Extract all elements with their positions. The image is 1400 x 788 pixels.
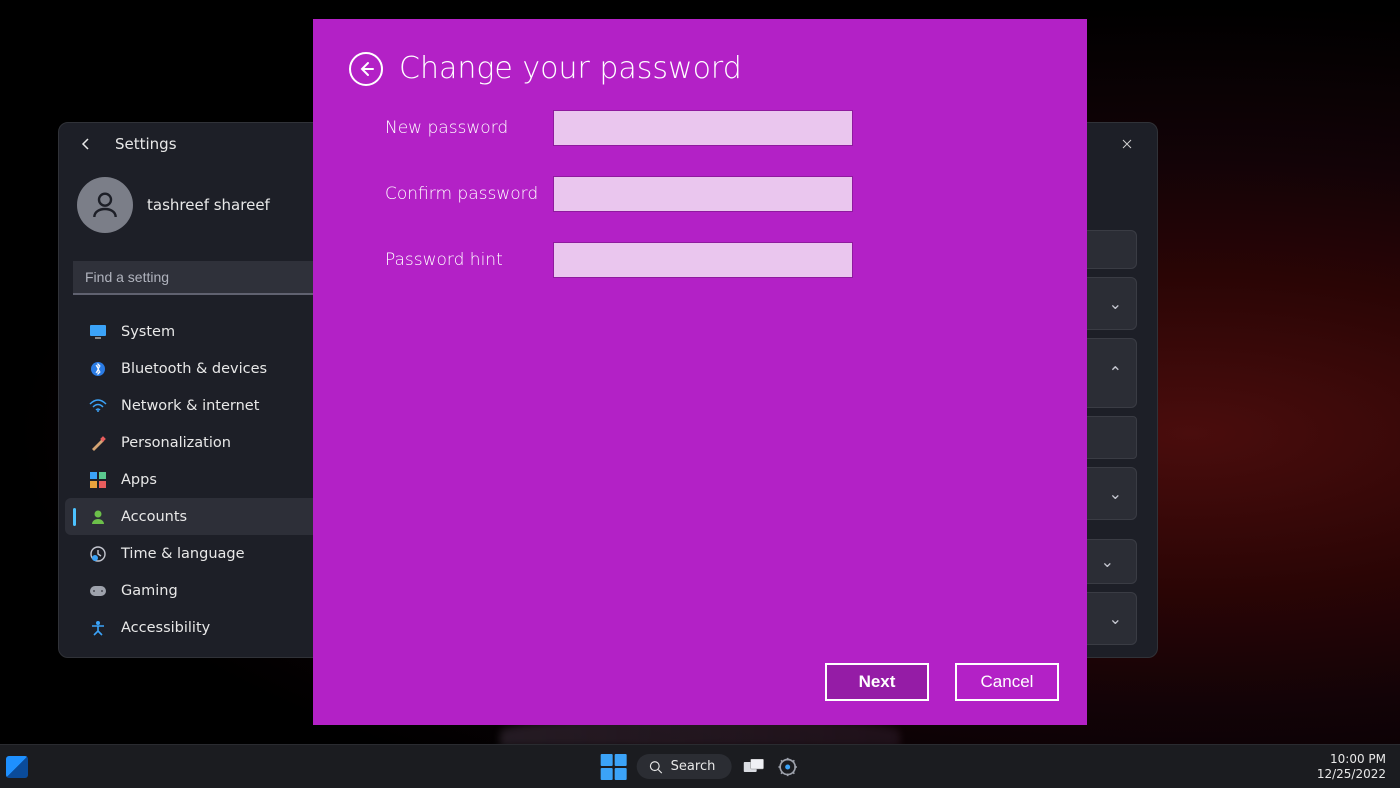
- chevron-down-icon: ⌄: [1109, 484, 1122, 503]
- wifi-icon: [89, 397, 107, 415]
- bluetooth-icon: [89, 360, 107, 378]
- taskbar: Search 10:00 PM 12/25/2022: [0, 744, 1400, 788]
- window-title: Settings: [115, 135, 177, 153]
- nav-label: Privacy & security: [121, 657, 252, 659]
- chevron-down-icon: ⌄: [1109, 294, 1122, 313]
- chevron-up-icon: ⌃: [1109, 363, 1122, 382]
- start-button[interactable]: [601, 754, 627, 780]
- cancel-button[interactable]: Cancel: [955, 663, 1059, 701]
- close-button[interactable]: [1105, 129, 1149, 159]
- chevron-down-icon: ⌄: [1101, 552, 1114, 571]
- time-language-icon: [89, 545, 107, 563]
- back-button[interactable]: [349, 52, 383, 86]
- nav-item-gaming[interactable]: Gaming: [65, 572, 353, 609]
- nav-label: Gaming: [121, 583, 178, 599]
- nav-label: Network & internet: [121, 398, 259, 414]
- change-password-dialog: Change your password New password Confir…: [313, 19, 1087, 725]
- nav-label: Time & language: [121, 546, 245, 562]
- nav-item-bluetooth[interactable]: Bluetooth & devices: [65, 350, 353, 387]
- clock-time: 10:00 PM: [1317, 752, 1386, 766]
- nav-item-time-language[interactable]: Time & language: [65, 535, 353, 572]
- password-form: New password Confirm password Password h…: [313, 106, 1087, 278]
- privacy-icon: [89, 656, 107, 659]
- nav-item-accessibility[interactable]: Accessibility: [65, 609, 353, 646]
- system-tray[interactable]: 10:00 PM 12/25/2022: [1317, 752, 1400, 781]
- confirm-password-label: Confirm password: [385, 184, 553, 204]
- nav-label: Bluetooth & devices: [121, 361, 267, 377]
- new-password-input[interactable]: [553, 110, 853, 146]
- accounts-icon: [89, 508, 107, 526]
- settings-taskbar-icon[interactable]: [775, 755, 799, 779]
- widgets-button[interactable]: [6, 756, 28, 778]
- gaming-icon: [89, 582, 107, 600]
- nav-label: Accessibility: [121, 620, 210, 636]
- taskbar-search[interactable]: Search: [637, 754, 732, 779]
- nav-item-network[interactable]: Network & internet: [65, 387, 353, 424]
- avatar: [77, 177, 133, 233]
- next-button[interactable]: Next: [825, 663, 929, 701]
- dialog-title: Change your password: [399, 51, 742, 86]
- search-input[interactable]: [73, 261, 345, 295]
- accessibility-icon: [89, 619, 107, 637]
- profile-name: tashreef shareef: [147, 196, 270, 214]
- task-view-button[interactable]: [741, 755, 765, 779]
- nav-label: Accounts: [121, 509, 187, 525]
- confirm-password-input[interactable]: [553, 176, 853, 212]
- new-password-label: New password: [385, 118, 553, 138]
- chevron-down-icon: ⌄: [1109, 609, 1122, 628]
- nav-label: Personalization: [121, 435, 231, 451]
- nav-label: System: [121, 324, 175, 340]
- password-hint-label: Password hint: [385, 250, 553, 270]
- nav-item-personalization[interactable]: Personalization: [65, 424, 353, 461]
- nav-item-accounts[interactable]: Accounts: [65, 498, 353, 535]
- nav-item-system[interactable]: System: [65, 313, 353, 350]
- nav-item-privacy[interactable]: Privacy & security: [65, 646, 353, 658]
- password-hint-input[interactable]: [553, 242, 853, 278]
- system-icon: [89, 323, 107, 341]
- clock-date: 12/25/2022: [1317, 767, 1386, 781]
- taskbar-search-label: Search: [671, 759, 716, 774]
- apps-icon: [89, 471, 107, 489]
- back-arrow-icon[interactable]: [77, 135, 95, 153]
- nav-label: Apps: [121, 472, 157, 488]
- nav-item-apps[interactable]: Apps: [65, 461, 353, 498]
- personalization-icon: [89, 434, 107, 452]
- settings-search[interactable]: [73, 261, 345, 295]
- search-icon: [649, 760, 663, 774]
